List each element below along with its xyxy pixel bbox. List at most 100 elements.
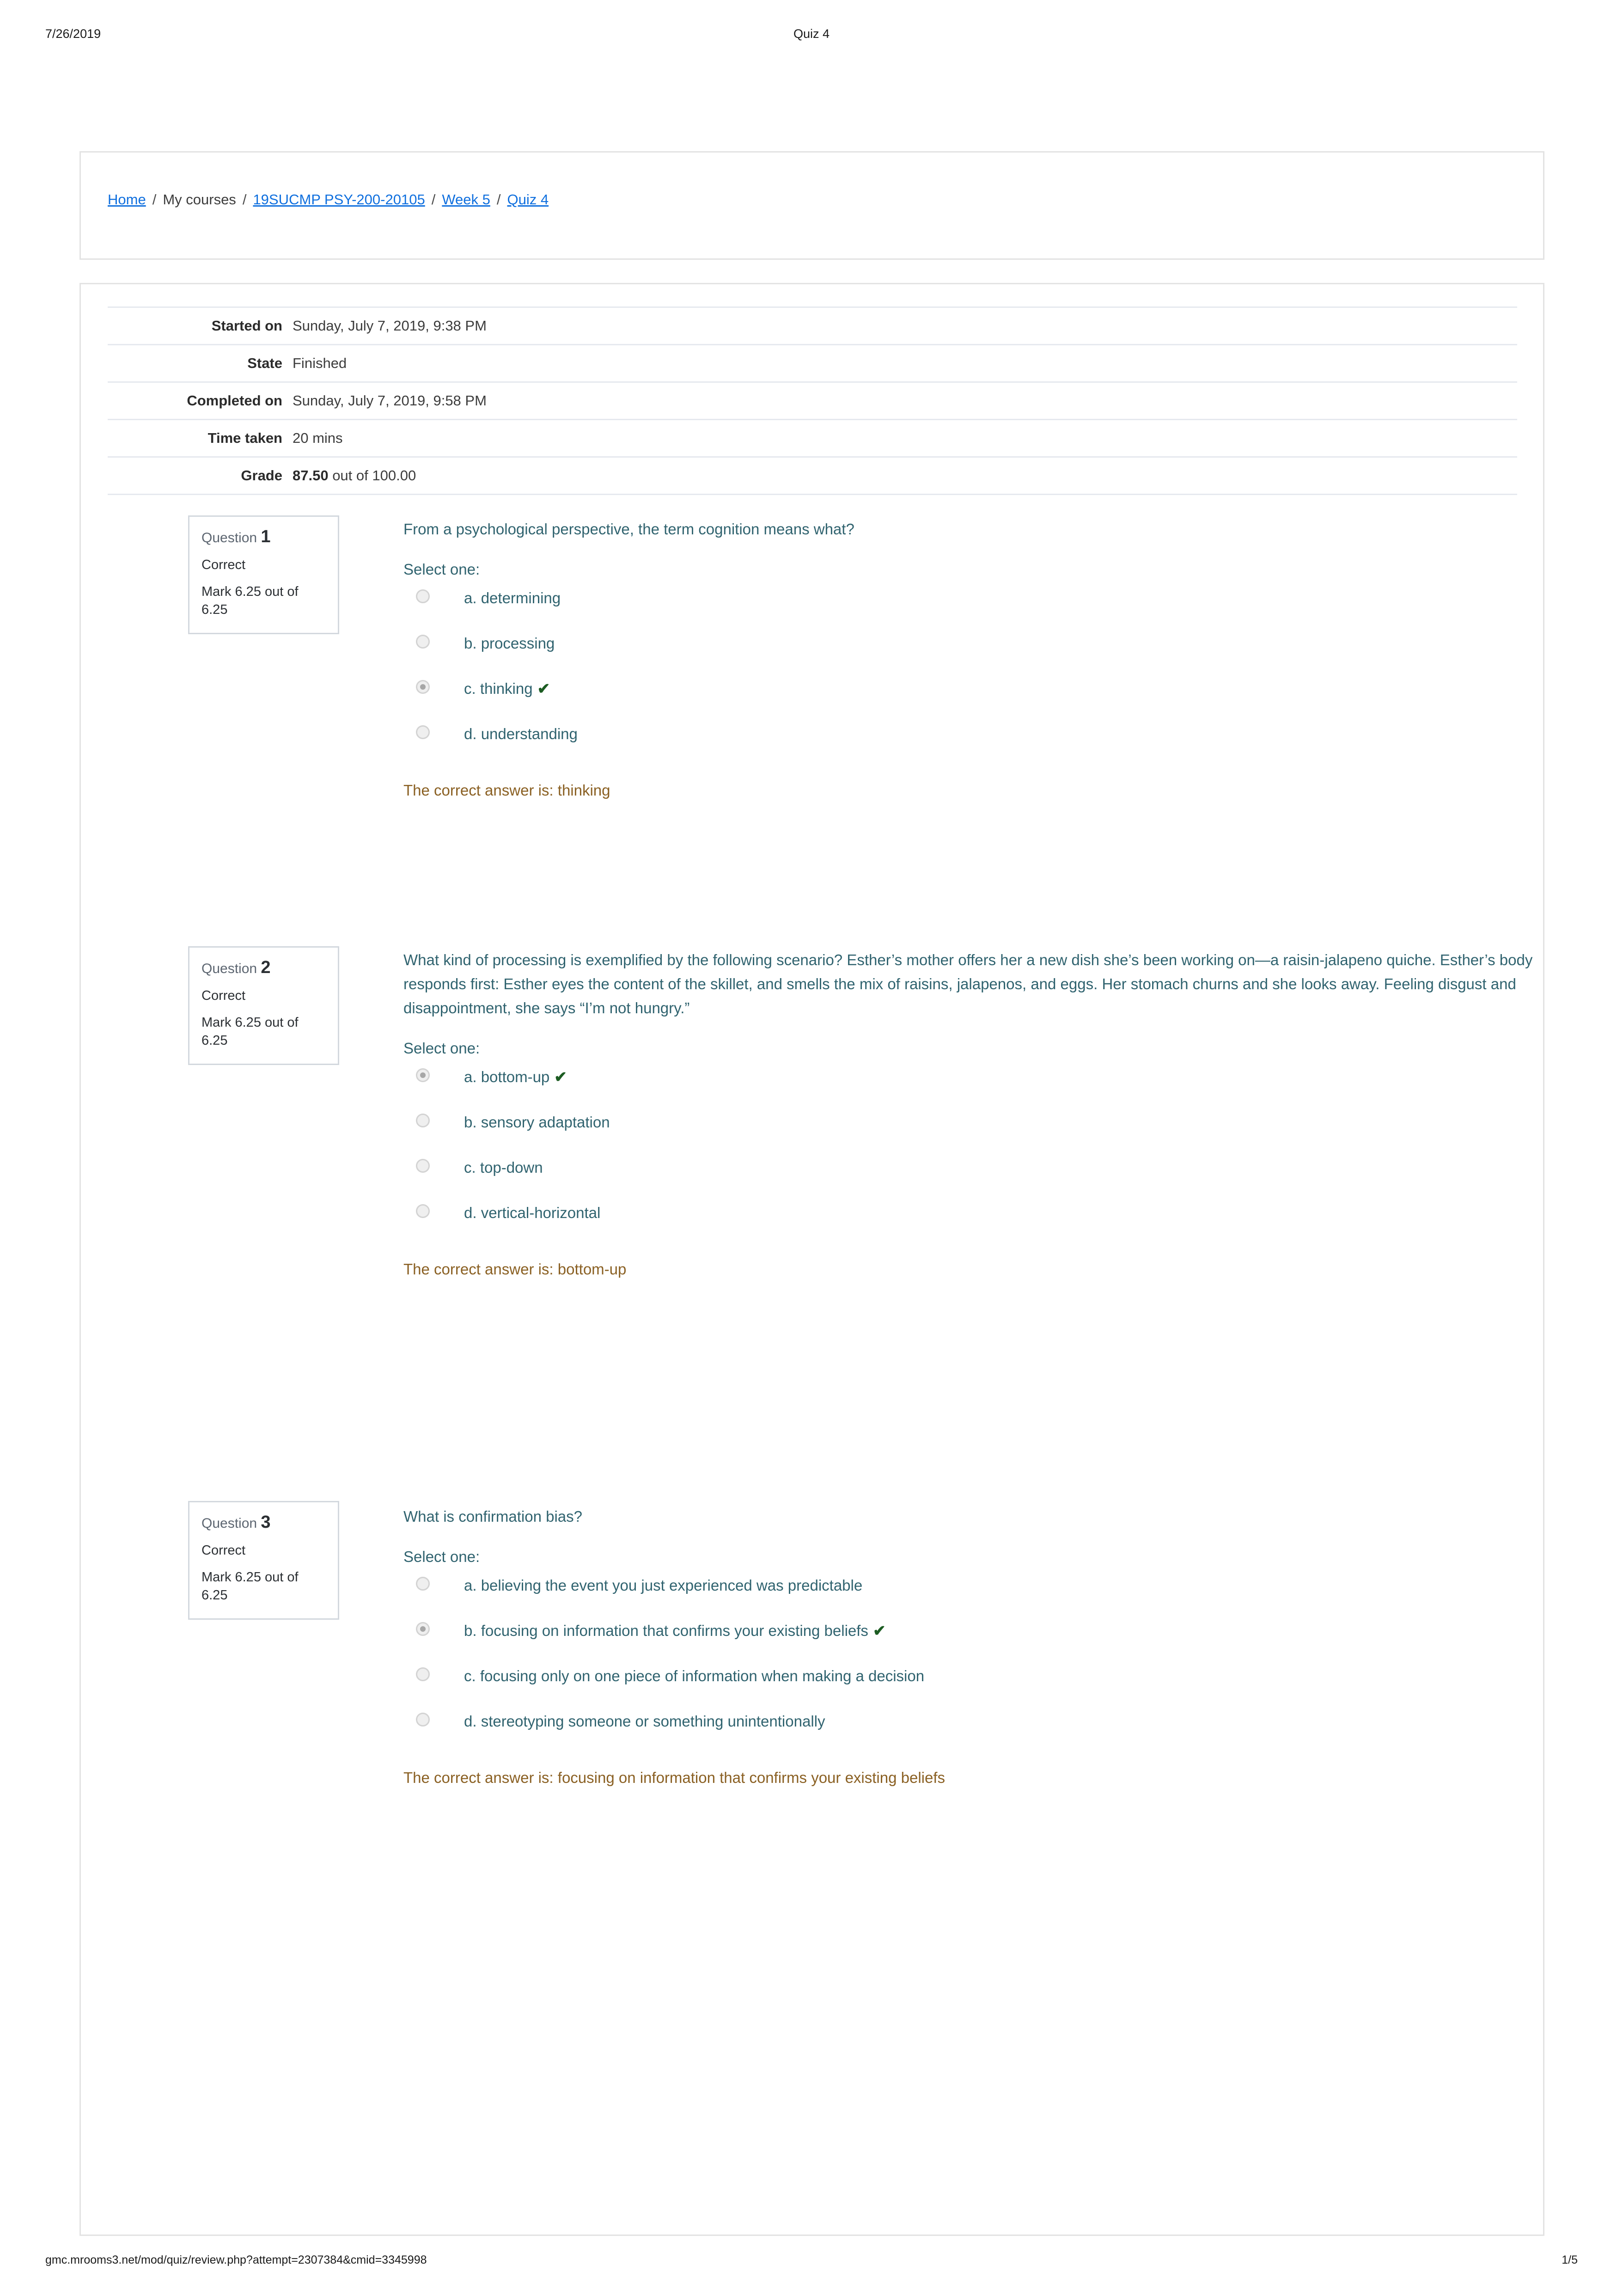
question-text: From a psychological perspective, the te… <box>403 520 854 538</box>
answer-option-label: b. focusing on information that confirms… <box>464 1622 868 1640</box>
question-body: From a psychological perspective, the te… <box>403 517 1577 801</box>
radio-button[interactable] <box>416 635 430 649</box>
breadcrumb-card: Home / My courses / 19SUCMP PSY-200-20105 / We… <box>79 151 1544 260</box>
answer-option[interactable]: d. understanding <box>403 724 1577 753</box>
correct-answer-check-icon: ✔ <box>537 680 550 698</box>
table-row: Grade 87.50 out of 100.00 <box>108 457 1517 495</box>
answer-option-label: a. believing the event you just experien… <box>464 1577 863 1594</box>
print-doc-title: Quiz 4 <box>793 27 830 41</box>
answer-option[interactable]: c. focusing only on one piece of informa… <box>403 1666 1577 1695</box>
answer-option[interactable]: b. processing <box>403 634 1577 662</box>
answer-option[interactable]: d. stereotyping someone or something uni… <box>403 1712 1577 1740</box>
breadcrumb-separator-3: / <box>431 191 436 208</box>
breadcrumb-separator-4: / <box>496 191 501 208</box>
answer-option-label: a. determining <box>464 589 561 607</box>
question-word: Question <box>201 961 261 976</box>
breadcrumb-link-course[interactable]: 19SUCMP PSY-200-20105 <box>253 191 425 208</box>
answer-options: a. determining b. processing c. thinking ✔ d… <box>403 588 1577 753</box>
summary-value-state: Finished <box>293 355 347 371</box>
correct-answer-check-icon: ✔ <box>554 1068 567 1086</box>
print-page-number: 1/5 <box>1562 2253 1578 2266</box>
answer-option-label: c. thinking <box>464 680 533 698</box>
answer-option-label: b. processing <box>464 635 555 652</box>
answer-options: a. bottom-up ✔ b. sensory adaptation c. top… <box>403 1067 1577 1232</box>
radio-button[interactable] <box>416 589 430 604</box>
question-word: Question <box>201 1516 261 1531</box>
breadcrumb-item-my-courses: My courses <box>163 191 236 208</box>
summary-label-grade: Grade <box>241 467 282 484</box>
radio-button[interactable] <box>416 1713 430 1727</box>
question-word: Question <box>201 530 261 545</box>
breadcrumb: Home / My courses / 19SUCMP PSY-200-20105 / We… <box>108 192 549 207</box>
radio-button[interactable] <box>416 1667 430 1682</box>
summary-label-completed-on: Completed on <box>187 392 282 409</box>
radio-button[interactable] <box>416 1114 430 1128</box>
question-index: 2 <box>261 958 271 977</box>
quiz-review-card: Started on Sunday, July 7, 2019, 9:38 PM… <box>79 283 1544 2236</box>
question-status: Correct <box>201 557 246 572</box>
answer-option[interactable]: a. determining <box>403 588 1577 617</box>
print-header: 7/26/2019 Quiz 4 <box>0 27 1623 45</box>
summary-value-grade: 87.50 out of 100.00 <box>293 457 1517 495</box>
summary-value-completed-on: Sunday, July 7, 2019, 9:58 PM <box>293 392 487 409</box>
correct-answer-check-icon: ✔ <box>873 1622 886 1640</box>
question-number: Question 3 <box>201 1512 326 1533</box>
answer-option[interactable]: a. bottom-up ✔ <box>403 1067 1577 1096</box>
answer-option-label: c. focusing only on one piece of informa… <box>464 1667 925 1685</box>
correct-answer-feedback: The correct answer is: bottom-up <box>403 1261 627 1278</box>
question-index: 3 <box>261 1512 271 1532</box>
summary-label-time-taken: Time taken <box>207 430 282 446</box>
radio-button[interactable] <box>416 1204 430 1218</box>
question-info-box: Question 3 Correct Mark 6.25 out of 6.25 <box>188 1501 339 1620</box>
summary-value-time-taken: 20 mins <box>293 430 343 446</box>
question-status: Correct <box>201 988 246 1003</box>
print-footer: gmc.mrooms3.net/mod/quiz/review.php?atte… <box>0 2253 1623 2272</box>
answer-option[interactable]: d. vertical-horizontal <box>403 1203 1577 1232</box>
radio-button[interactable] <box>416 725 430 740</box>
answer-options: a. believing the event you just experien… <box>403 1576 1577 1740</box>
answer-option[interactable]: b. focusing on information that confirms… <box>403 1621 1577 1650</box>
answer-option-label: a. bottom-up <box>464 1068 550 1086</box>
answer-option-label: c. top-down <box>464 1159 543 1176</box>
summary-value-started-on: Sunday, July 7, 2019, 9:38 PM <box>293 318 487 334</box>
question-number: Question 1 <box>201 527 326 547</box>
summary-label-state: State <box>247 355 282 371</box>
print-footer-url: gmc.mrooms3.net/mod/quiz/review.php?atte… <box>45 2253 427 2266</box>
question-mark: Mark 6.25 out of 6.25 <box>201 1570 299 1603</box>
answer-option-label: d. vertical-horizontal <box>464 1204 601 1222</box>
grade-suffix: out of 100.00 <box>328 467 416 484</box>
radio-button-selected[interactable] <box>416 1068 430 1083</box>
table-row: Time taken 20 mins <box>108 419 1517 457</box>
radio-button-selected[interactable] <box>416 680 430 694</box>
radio-button-selected[interactable] <box>416 1622 430 1636</box>
correct-answer-feedback: The correct answer is: thinking <box>403 782 610 799</box>
question-mark: Mark 6.25 out of 6.25 <box>201 584 299 618</box>
summary-label-started-on: Started on <box>211 318 282 334</box>
answer-option-label: d. stereotyping someone or something uni… <box>464 1713 825 1730</box>
table-row: State Finished <box>108 344 1517 382</box>
breadcrumb-link-home[interactable]: Home <box>108 191 146 208</box>
breadcrumb-link-quiz[interactable]: Quiz 4 <box>507 191 549 208</box>
radio-button[interactable] <box>416 1577 430 1591</box>
table-row: Completed on Sunday, July 7, 2019, 9:58 … <box>108 382 1517 420</box>
select-one-label: Select one: <box>403 561 480 578</box>
breadcrumb-link-week[interactable]: Week 5 <box>442 191 490 208</box>
answer-option[interactable]: b. sensory adaptation <box>403 1113 1577 1141</box>
select-one-label: Select one: <box>403 1548 480 1566</box>
table-row: Started on Sunday, July 7, 2019, 9:38 PM <box>108 307 1517 345</box>
breadcrumb-separator-1: / <box>152 191 157 208</box>
answer-option[interactable]: a. believing the event you just experien… <box>403 1576 1577 1604</box>
select-one-label: Select one: <box>403 1040 480 1057</box>
answer-option[interactable]: c. top-down <box>403 1158 1577 1187</box>
grade-number: 87.50 <box>293 467 329 484</box>
answer-option[interactable]: c. thinking ✔ <box>403 679 1577 708</box>
radio-button[interactable] <box>416 1159 430 1173</box>
breadcrumb-separator-2: / <box>242 191 247 208</box>
question-number: Question 2 <box>201 958 326 978</box>
answer-option-label: b. sensory adaptation <box>464 1114 610 1131</box>
answer-option-label: d. understanding <box>464 725 578 743</box>
question-mark: Mark 6.25 out of 6.25 <box>201 1015 299 1048</box>
question-index: 1 <box>261 527 271 546</box>
question-info-box: Question 2 Correct Mark 6.25 out of 6.25 <box>188 946 339 1065</box>
question-text: What is confirmation bias? <box>403 1508 582 1525</box>
